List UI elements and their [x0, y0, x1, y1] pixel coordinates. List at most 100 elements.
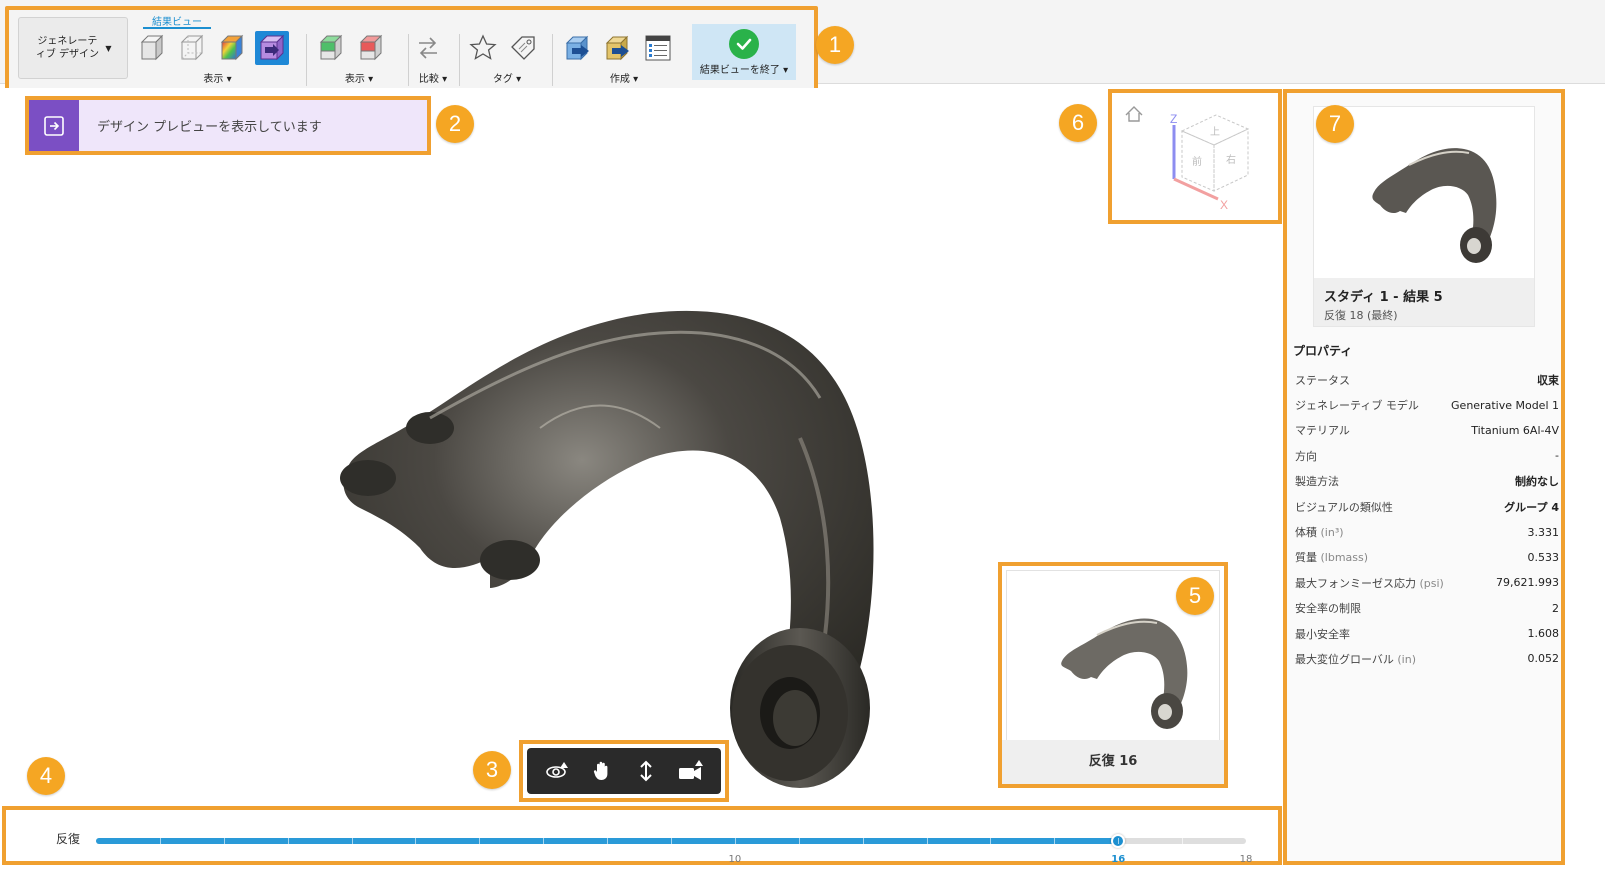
navigation-bar	[527, 748, 721, 794]
property-row: マテリアル Titanium 6Al-4V	[1295, 418, 1559, 443]
property-unit: (in³)	[1320, 526, 1344, 540]
iteration-preview-label: 反復 16	[1002, 740, 1224, 784]
create-label[interactable]: 作成 ▾	[561, 70, 687, 85]
compare-label[interactable]: 比較 ▾	[411, 70, 455, 85]
slider-tick	[862, 838, 864, 844]
property-key-text: 製造方法	[1295, 475, 1339, 489]
green-face-cube-icon[interactable]	[314, 31, 348, 65]
properties-list: ステータス 収束 ジェネレーティブ モデル Generative Model 1 マテリ…	[1295, 367, 1559, 672]
report-list-icon[interactable]	[641, 31, 675, 65]
preview-mode-icon[interactable]	[255, 31, 289, 65]
exit-preview-icon[interactable]	[29, 100, 79, 151]
property-key: 体積 (in³)	[1295, 524, 1344, 540]
tags-label[interactable]: タグ ▾	[466, 70, 548, 85]
property-row: 安全率の制限 2	[1295, 596, 1559, 621]
workspace-dropdown[interactable]: ジェネレーティブ デザイン ▼	[18, 17, 128, 79]
create-text: 作成	[609, 74, 630, 85]
generative-design-model[interactable]	[320, 288, 920, 808]
display-group-2-label[interactable]: 表示 ▾	[314, 70, 404, 85]
finish-label: 結果ビューを終了 ▾	[699, 65, 789, 76]
property-unit: (psi)	[1419, 576, 1444, 590]
callout-marker: 5	[1176, 577, 1214, 615]
workspace-label: ジェネレーティブ デザイン	[35, 36, 100, 60]
properties-heading: プロパティ	[1293, 344, 1353, 358]
property-row: 最大変位グローバル (in) 0.052	[1295, 646, 1559, 671]
property-row: ジェネレーティブ モデル Generative Model 1	[1295, 392, 1559, 417]
home-icon[interactable]	[1125, 106, 1143, 122]
viewcube[interactable]: Z X 上 前 右	[1108, 89, 1282, 224]
orbit-icon[interactable]	[540, 754, 574, 788]
app-window: ジェネレーティブ デザイン ▼ 結果ビュー 表示 ▾ 表示 ▾ 比較 ▾ タグ …	[0, 0, 1605, 887]
property-key-text: 体積	[1295, 526, 1321, 540]
toolbar-separator	[459, 34, 460, 86]
property-value: 3.331	[1527, 525, 1560, 539]
finish-results-view-button[interactable]: 結果ビューを終了 ▾	[692, 24, 796, 80]
chevron-down-icon: ▼	[105, 43, 112, 53]
display-group-1-label[interactable]: 表示 ▾	[135, 70, 300, 85]
toolbar-separator	[408, 34, 409, 86]
property-value: 1.608	[1527, 627, 1560, 641]
property-key: 安全率の制限	[1295, 600, 1361, 616]
property-key-text: ステータス	[1295, 373, 1350, 387]
export-blue-icon[interactable]	[561, 31, 595, 65]
slider-tick	[1054, 838, 1056, 844]
property-value: -	[1555, 449, 1559, 463]
solid-cube-icon[interactable]	[135, 31, 169, 65]
property-row: 方向 -	[1295, 443, 1559, 468]
toolbar-separator	[306, 34, 307, 86]
slider-tick	[287, 838, 289, 844]
finish-text: 結果ビューを終了	[699, 65, 780, 76]
display-group-2: 表示 ▾	[314, 28, 404, 88]
red-face-cube-icon[interactable]	[354, 31, 388, 65]
callout-marker: 1	[816, 26, 854, 64]
compare-arrows-icon[interactable]	[411, 31, 445, 65]
tags-text: タグ	[492, 74, 513, 85]
property-key-text: ジェネレーティブ モデル	[1295, 399, 1419, 413]
slider-tick-label: 16	[1111, 854, 1126, 865]
stress-map-icon[interactable]	[215, 31, 249, 65]
zoom-updown-icon[interactable]	[629, 754, 663, 788]
iteration-slider-label: 反復	[56, 832, 81, 846]
slider-tick	[351, 838, 353, 844]
slider-tick-label: 18	[1239, 854, 1253, 865]
navigation-bar-frame	[519, 740, 729, 802]
property-row: 製造方法 制約なし	[1295, 469, 1559, 494]
create-group: 作成 ▾	[561, 28, 687, 88]
display-label-2: 表示	[344, 74, 365, 85]
property-key: 質量 (lbmass)	[1295, 549, 1368, 565]
property-value: 収束	[1537, 373, 1559, 387]
tags-group: タグ ▾	[466, 28, 548, 88]
pan-hand-icon[interactable]	[585, 754, 619, 788]
property-unit: (lbmass)	[1320, 551, 1369, 565]
slider-tick	[543, 838, 545, 844]
iteration-slider-track[interactable]	[96, 834, 1246, 848]
tab-results-view[interactable]: 結果ビュー	[143, 13, 211, 29]
property-key-text: マテリアル	[1295, 424, 1350, 438]
compare-group: 比較 ▾	[411, 28, 455, 88]
property-unit: (in)	[1397, 652, 1417, 666]
property-row: 体積 (in³) 3.331	[1295, 519, 1559, 544]
display-label: 表示	[203, 74, 224, 85]
slider-tick	[926, 838, 928, 844]
export-gold-icon[interactable]	[601, 31, 635, 65]
toolbar-separator	[552, 34, 553, 86]
star-icon[interactable]	[466, 31, 500, 65]
slider-tick	[734, 838, 736, 844]
camera-icon[interactable]	[674, 754, 708, 788]
banner-text: デザイン プレビューを表示しています	[97, 120, 322, 135]
property-row: 最小安全率 1.608	[1295, 621, 1559, 646]
property-row: ステータス 収束	[1295, 367, 1559, 392]
slider-tick	[415, 838, 417, 844]
property-key: ステータス	[1295, 372, 1350, 388]
slider-tick	[479, 838, 481, 844]
axis-z-label: Z	[1170, 112, 1177, 126]
property-key-text: 最小安全率	[1295, 627, 1350, 641]
slider-tick	[671, 838, 672, 844]
viewcube-top-face: 上	[1210, 126, 1220, 138]
property-key: 方向	[1295, 448, 1317, 464]
tag-icon[interactable]	[506, 31, 540, 65]
iteration-slider-bar: 反復 10 16 18	[2, 806, 1282, 865]
callout-marker: 6	[1059, 104, 1097, 142]
property-key: マテリアル	[1295, 422, 1350, 438]
wireframe-cube-icon[interactable]	[175, 31, 209, 65]
